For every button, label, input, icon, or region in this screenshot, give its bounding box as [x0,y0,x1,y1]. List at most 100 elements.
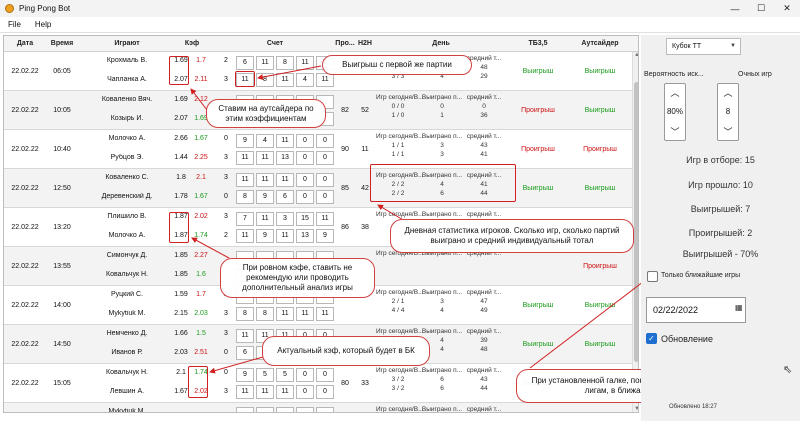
day-stats-part: 1 / 1 [391,151,405,158]
cell-sets-1: 3 [224,330,228,337]
score-cell: 9 [256,190,274,204]
cell-odds-open-2: 2.15 [174,310,188,317]
league-select[interactable]: Кубок ТТ ▼ [666,38,741,55]
chevron-down-icon[interactable]: ﹀ [718,125,738,138]
probability-stepper[interactable]: ︿ 80% ﹀ [664,83,686,141]
score-cell: 11 [276,73,294,87]
score-cell: 11 [276,134,294,148]
day-stats-part: 4 [440,307,444,314]
cell-odds-open-1: 1.59 [174,291,188,298]
stat-games-selected: Игр в отборе: 15 [686,155,755,165]
chevron-down-icon[interactable]: ﹀ [665,125,685,138]
day-stats-part: 3 / 2 [391,376,405,383]
scroll-thumb[interactable] [634,82,638,362]
cell-player-2: Mykytiuk M. [108,310,146,317]
cell-odds-open-2: 2.07 [174,115,188,122]
header-h2h[interactable]: H2H [356,36,374,52]
score-cell: 15 [296,212,314,226]
day-stats-part: 1 / 1 [391,142,405,149]
cell-date: 22.02.22 [11,380,39,387]
stat-win-percent: Выигрышей - 70% [682,249,759,259]
cell-day-stats: Игр сегодня/В...Выиграно п...средний т..… [376,93,506,129]
score-cell: 0 [296,173,314,187]
head-to-head-stepper[interactable]: ︿ 8 ﹀ [717,83,739,141]
day-stats-part: 36 [480,112,488,119]
header-outsider[interactable]: Аутсайдер [569,36,631,52]
callout-outsider: Ставим на аутсайдера по этим коэффициент… [206,99,326,128]
menu-file[interactable]: File [8,20,21,29]
date-picker-input[interactable]: 02/22/2022 [646,297,746,323]
minimize-button[interactable]: — [722,0,748,17]
stat-games-played: Игр прошло: 10 [688,180,753,190]
day-stats-line [376,258,506,267]
cell-player-1: Коваленко Вяч. [101,96,153,103]
score-cell: 0 [296,134,314,148]
cell-player-1: Симончук Д. [106,252,148,259]
cell-outsider: Выигрыш [584,341,616,348]
table-row[interactable]: 22.02.22 Mykytiuk M. Игр сегодня/В...Выигр… [4,403,632,412]
score-cell: 7 [236,212,254,226]
scroll-up-icon[interactable]: ▲ [634,52,638,60]
chevron-up-icon[interactable]: ︿ [665,86,685,99]
cell-time: 06:05 [53,68,71,75]
highlight-odds-row1 [169,56,189,85]
highlight-actual-odds [188,366,208,398]
cell-time: 13:20 [53,224,71,231]
header-tb[interactable]: ТБ3,5 [509,36,567,52]
cell-player-1: Коваленко С. [105,174,149,181]
chevron-up-icon[interactable]: ︿ [718,86,738,99]
day-stats-part: Игр сегодня/В... [376,367,424,374]
cell-odds-now-1: 1.7 [196,291,206,298]
day-stats-part: 0 [440,103,444,110]
table-row[interactable]: 22.02.22 12:50 Коваленко С. Деревенский Д. 1… [4,169,632,208]
header-time[interactable]: Время [47,36,77,52]
header-players[interactable]: Играют [84,36,170,52]
day-stats-part: 4 / 4 [391,307,405,314]
close-button[interactable]: ✕ [774,0,800,17]
cell-time: 10:05 [53,107,71,114]
score-cell [276,407,294,412]
cell-player-2: Деревенский Д. [101,193,153,200]
day-stats-part: 3 [440,151,444,158]
score-cell: 11 [276,229,294,243]
cell-outsider: Выигрыш [584,302,616,309]
cell-sets-2: 3 [224,388,228,395]
cell-odds-now-2: 1.67 [194,193,208,200]
score-cell: 11 [296,307,314,321]
table-row[interactable]: 22.02.22 06:05 Крохмаль В. Чапланка А. 1.69 2… [4,52,632,91]
header-odds[interactable]: Кэф [172,36,212,52]
cell-tb [509,403,567,412]
header-date[interactable]: Дата [6,36,44,52]
day-stats-part: средний т... [466,367,502,374]
cell-sets-1: 2 [224,57,228,64]
cell-h2h: 38 [361,224,369,231]
cell-pro: 82 [341,107,349,114]
maximize-button[interactable]: ☐ [748,0,774,17]
header-score[interactable]: Счет [216,36,334,52]
calendar-icon[interactable]: ▦ [735,303,745,315]
day-stats-part: 0 [482,103,486,110]
day-stats-part: Выиграно п... [421,133,463,140]
day-stats-part: средний т... [466,211,502,218]
table-row[interactable]: 22.02.22 10:40 Молочко А. Рубцов Э. 2.66 1.44… [4,130,632,169]
cell-odds-now-2: 1.74 [194,232,208,239]
day-stats-line: 1 / 1 3 43 [376,141,506,150]
day-stats-part: 2 / 1 [391,298,405,305]
refresh-checkbox[interactable]: ✓ [646,333,657,344]
day-stats-line: 1 / 1 3 41 [376,150,506,159]
menu-help[interactable]: Help [35,20,51,29]
day-stats-part: 1 / 0 [391,112,405,119]
cell-odds-now-2: 2.25 [194,154,208,161]
cell-odds-now-2: 2.11 [194,76,208,83]
cell-odds-now-1: 2.27 [194,252,208,259]
cell-odds-now-1: 1.5 [196,330,206,337]
scroll-down-icon[interactable]: ▼ [634,406,638,412]
nearest-games-checkbox[interactable] [647,271,658,282]
cell-odds-open-1: 1.69 [174,96,188,103]
header-day[interactable]: День [376,36,506,52]
header-pro[interactable]: Про... [335,36,355,52]
refresh-label: Обновление [661,334,713,344]
day-stats-part: Игр сегодня/В... [376,94,424,101]
day-stats-line: Игр сегодня/В...Выиграно п...средний т..… [376,327,506,336]
score-cell: 8 [256,73,274,87]
